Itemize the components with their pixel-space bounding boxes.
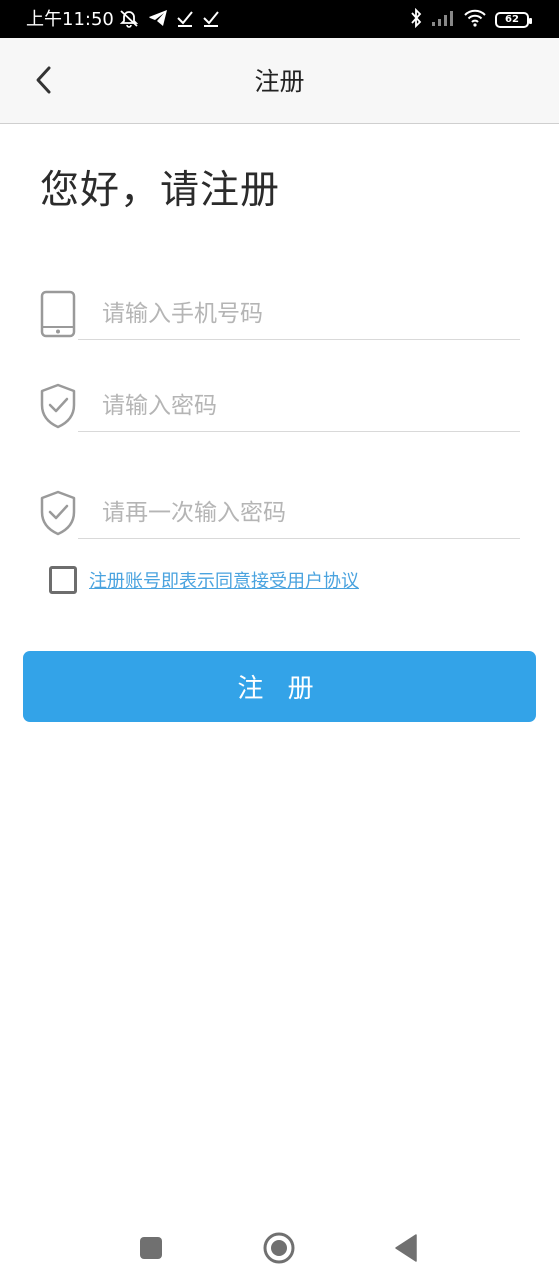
telegram-icon (148, 9, 168, 31)
wifi-icon (463, 9, 487, 31)
battery-icon: 62 (495, 12, 532, 28)
recents-icon (139, 1236, 163, 1264)
agreement-row: 注册账号即表示同意接受用户协议 (49, 564, 359, 596)
phone-underline (78, 339, 520, 340)
password-field (36, 376, 520, 446)
check-icon (202, 9, 220, 31)
confirm-password-field (36, 483, 520, 553)
system-nav-bar (0, 1210, 559, 1280)
system-back-button[interactable] (386, 1230, 426, 1270)
bluetooth-icon (409, 7, 423, 32)
status-time: 上午11:50 (26, 9, 114, 30)
password-input[interactable] (102, 386, 512, 426)
status-right-icons: 62 (409, 7, 532, 32)
agreement-checkbox[interactable] (49, 566, 77, 594)
page-title: 注册 (254, 67, 305, 96)
top-nav-bar: 注册 (0, 38, 559, 124)
shield-check-icon (36, 483, 80, 543)
phone-input[interactable] (102, 294, 512, 334)
greeting-heading: 您好，请注册 (40, 168, 281, 213)
battery-tip (529, 18, 532, 24)
shield-check-icon (36, 376, 80, 436)
status-bar: 上午11:50 62 (0, 0, 559, 38)
confirm-password-input[interactable] (102, 493, 512, 533)
confirm-password-underline (78, 538, 520, 539)
phone-icon (36, 284, 80, 344)
mute-alarm-icon (118, 8, 140, 32)
phone-field (36, 284, 520, 354)
check-icon (176, 9, 194, 31)
status-left-icons (118, 10, 220, 30)
home-icon (262, 1231, 296, 1269)
back-icon (394, 1234, 418, 1266)
user-agreement-link[interactable]: 注册账号即表示同意接受用户协议 (89, 567, 359, 593)
battery-level: 62 (505, 14, 519, 25)
register-button[interactable]: 注 册 (23, 651, 536, 722)
recents-button[interactable] (131, 1230, 171, 1270)
signal-icon (431, 9, 455, 31)
home-button[interactable] (259, 1230, 299, 1270)
password-underline (78, 431, 520, 432)
